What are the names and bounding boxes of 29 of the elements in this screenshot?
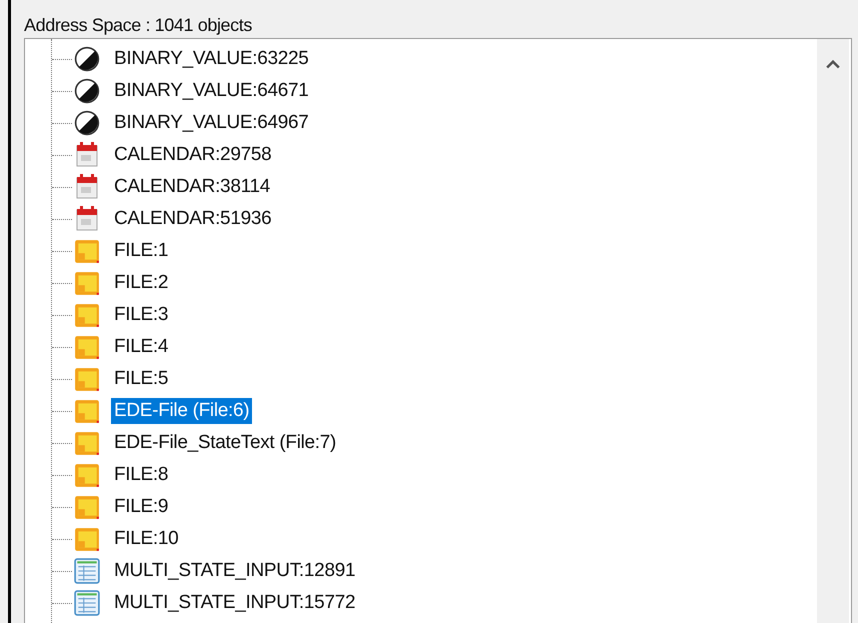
- tree-item[interactable]: FILE:1: [111, 238, 172, 264]
- tree-item[interactable]: FILE:10: [111, 526, 182, 552]
- table-icon: [74, 590, 100, 616]
- tree-item[interactable]: FILE:2: [111, 270, 172, 296]
- tree-item[interactable]: FILE:9: [111, 494, 172, 520]
- scroll-up-icon[interactable]: [826, 59, 840, 69]
- tree-item[interactable]: EDE-File_StateText (File:7): [111, 430, 340, 456]
- half-circle-icon: [74, 46, 100, 72]
- tree-item[interactable]: MULTI_STATE_INPUT:15772: [111, 590, 358, 616]
- tree-item[interactable]: BINARY_VALUE:63225: [111, 46, 312, 72]
- tree-item[interactable]: CALENDAR:38114: [111, 174, 273, 200]
- scrollbar[interactable]: [817, 39, 849, 623]
- calendar-icon: [74, 142, 100, 168]
- calendar-icon: [74, 206, 100, 232]
- table-icon: [74, 558, 100, 584]
- half-circle-icon: [74, 110, 100, 136]
- tree-item[interactable]: FILE:3: [111, 302, 172, 328]
- tree-item[interactable]: FILE:4: [111, 334, 172, 360]
- tree-item[interactable]: CALENDAR:51936: [111, 206, 274, 232]
- tree-item[interactable]: CALENDAR:29758: [111, 142, 274, 168]
- tree-item[interactable]: FILE:5: [111, 366, 172, 392]
- tree-item[interactable]: MULTI_STATE_INPUT:12891: [111, 558, 358, 584]
- tree-item[interactable]: FILE:8: [111, 462, 172, 488]
- panel-title: Address Space : 1041 objects: [24, 14, 253, 37]
- calendar-icon: [74, 174, 100, 200]
- half-circle-icon: [74, 78, 100, 104]
- tree-item[interactable]: BINARY_VALUE:64967: [111, 110, 312, 136]
- tree-item[interactable]: EDE-File (File:6): [111, 398, 252, 424]
- tree-item[interactable]: BINARY_VALUE:64671: [111, 78, 312, 104]
